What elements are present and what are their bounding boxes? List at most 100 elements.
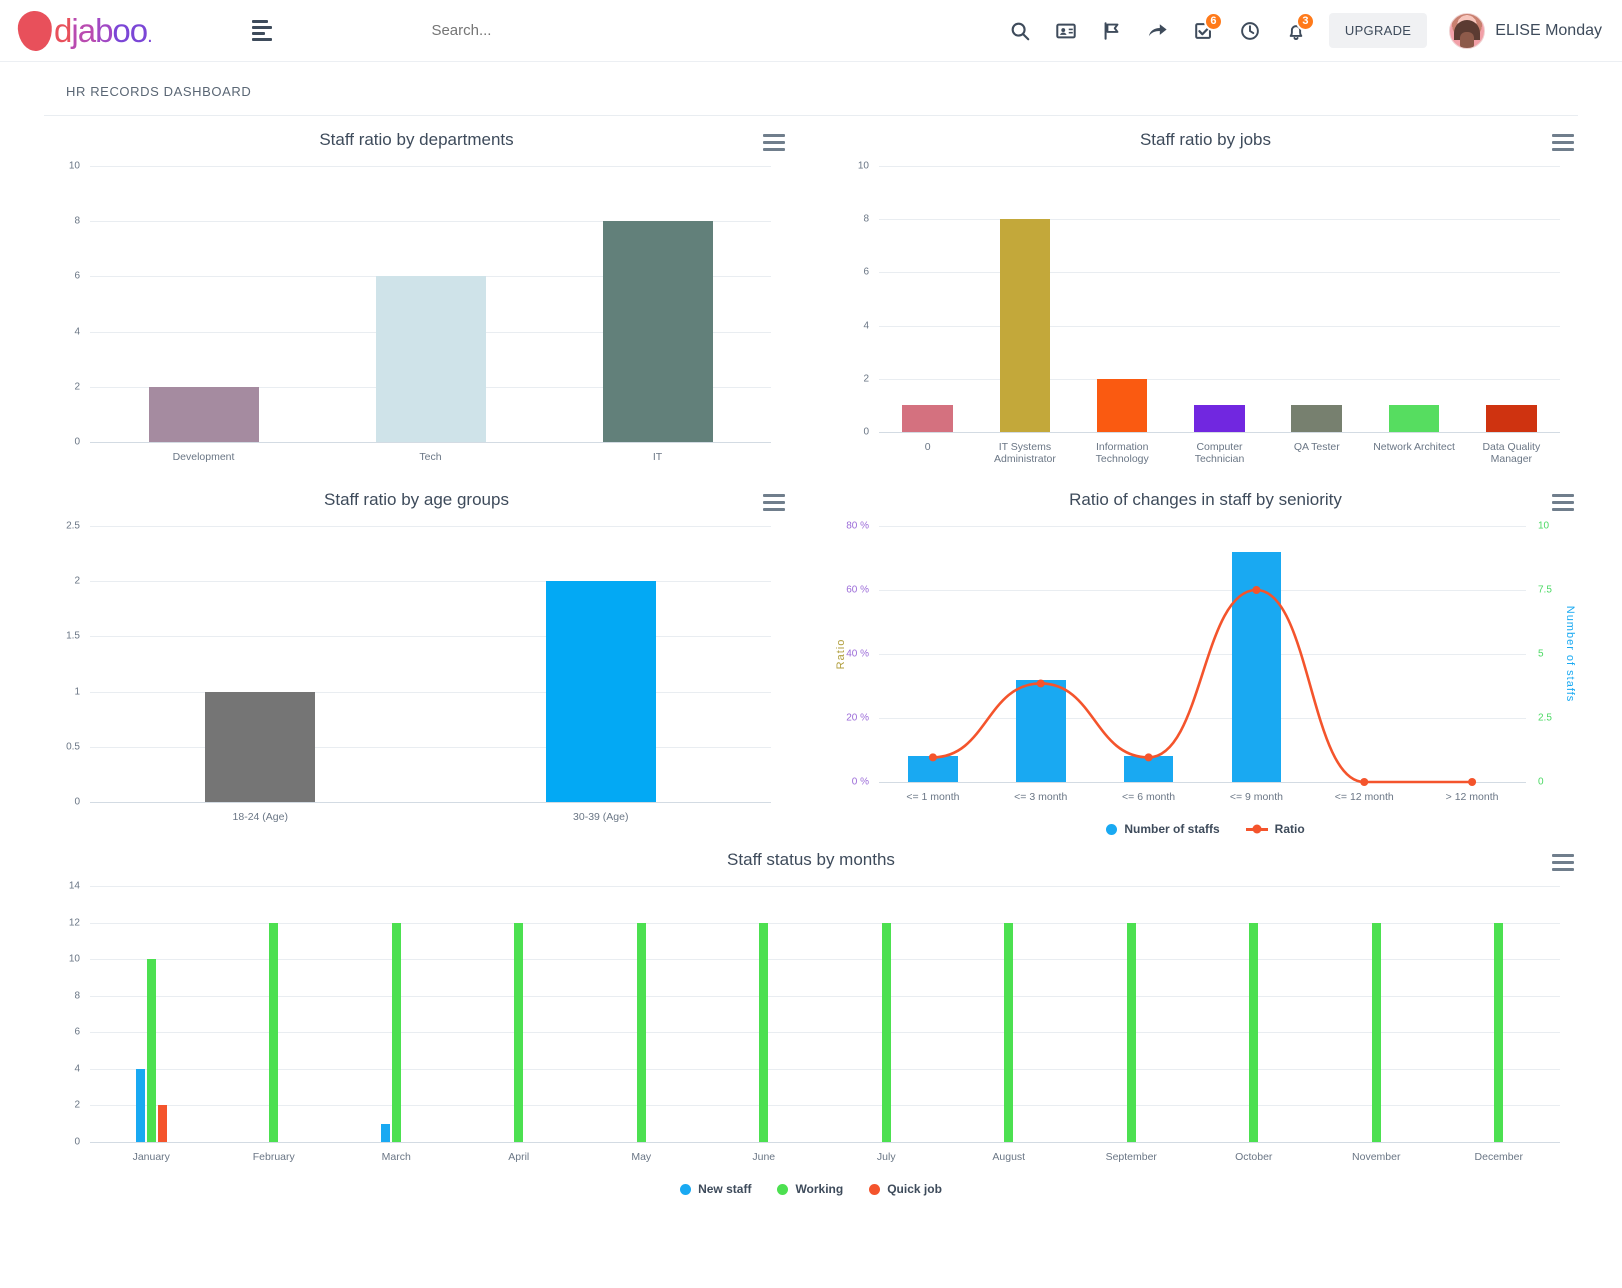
plot-departments: 0 2 4 6 8 10 Development Tech IT	[44, 156, 789, 476]
legend-item[interactable]: Quick job	[869, 1182, 942, 1196]
gridline	[90, 886, 1560, 887]
bar[interactable]	[1388, 405, 1440, 432]
x-axis-tick-label: January	[132, 1151, 170, 1163]
bar[interactable]	[545, 581, 656, 802]
legend-months: New staff Working Quick job	[44, 1176, 1578, 1196]
avatar[interactable]	[1449, 12, 1486, 49]
y-axis-tick-label: 8	[74, 990, 80, 1002]
y-axis-tick-label: 4	[74, 326, 80, 338]
legend-item[interactable]: Ratio	[1245, 822, 1305, 836]
bar[interactable]	[1096, 378, 1148, 432]
bar[interactable]	[1249, 922, 1259, 1142]
x-axis-tick-label: 18-24 (Age)	[232, 811, 288, 823]
bar[interactable]	[146, 959, 156, 1142]
bar[interactable]	[1015, 679, 1066, 782]
bar[interactable]	[135, 1068, 145, 1142]
bar[interactable]	[602, 221, 713, 442]
x-axis-line	[90, 442, 771, 443]
chart-menu-departments[interactable]	[763, 134, 785, 151]
bar[interactable]	[391, 922, 401, 1142]
bar[interactable]	[1123, 756, 1174, 782]
app-header: djaboo. Search... 6 3 UPGRADE ELISE Mond…	[0, 0, 1622, 62]
panel-jobs: Staff ratio by jobs 0 2 4 6 8 10 0 IT Systems A…	[811, 116, 1600, 476]
x-axis-line	[90, 802, 771, 803]
x-axis-tick-label: Computer Technician	[1194, 441, 1245, 465]
chart-menu-age-groups[interactable]	[763, 494, 785, 511]
x-axis-tick-label: IT Systems Administrator	[993, 441, 1056, 465]
chart-title-jobs: Staff ratio by jobs	[1139, 130, 1272, 149]
y-axis-right-tick-label: 2.5	[1538, 712, 1552, 724]
upgrade-button[interactable]: UPGRADE	[1328, 13, 1428, 48]
gridline	[90, 995, 1560, 997]
gridline	[879, 590, 1526, 591]
bar[interactable]	[1004, 922, 1014, 1142]
chart-card-departments: Staff ratio by departments 0 2 4 6 8 10 Develo…	[22, 116, 811, 476]
x-axis-tick-label: Information Technology	[1095, 441, 1149, 465]
bar[interactable]	[148, 386, 259, 442]
x-axis-tick-label: November	[1352, 1151, 1401, 1163]
chart-menu-jobs[interactable]	[1552, 134, 1574, 151]
search-icon[interactable]	[997, 8, 1043, 54]
bar[interactable]	[514, 922, 524, 1142]
bar[interactable]	[1486, 405, 1537, 432]
x-axis-tick-label: April	[508, 1151, 530, 1163]
chart-menu-seniority[interactable]	[1552, 494, 1574, 511]
gridline	[90, 1032, 1560, 1034]
clock-icon[interactable]	[1227, 8, 1273, 54]
page-title-container: HR RECORDS DASHBOARD	[0, 62, 1622, 109]
bar[interactable]	[1126, 922, 1136, 1142]
bar[interactable]	[1194, 405, 1245, 432]
logo-text: djaboo.	[54, 11, 153, 49]
bar[interactable]	[1371, 922, 1381, 1142]
bar[interactable]	[157, 1105, 167, 1142]
x-axis-tick-label: Development	[172, 451, 235, 463]
dashboard-grid: Staff ratio by departments 0 2 4 6 8 10 Develo…	[0, 116, 1622, 1196]
bar[interactable]	[636, 922, 646, 1142]
chart-title-age-groups: Staff ratio by age groups	[324, 490, 509, 509]
share-icon[interactable]	[1135, 8, 1181, 54]
legend-item[interactable]: Number of staffs	[1106, 822, 1220, 836]
y-axis-tick-label: 1.5	[66, 630, 80, 642]
bar[interactable]	[269, 922, 279, 1142]
bar[interactable]	[759, 922, 769, 1142]
x-axis-line	[879, 782, 1526, 783]
bar[interactable]	[375, 276, 486, 442]
y-axis-tick-label: 10	[68, 953, 80, 965]
legend-item[interactable]: Working	[777, 1182, 843, 1196]
bar[interactable]	[1231, 551, 1282, 782]
tasks-icon[interactable]: 6	[1181, 8, 1227, 54]
chart-menu-months[interactable]	[1552, 854, 1574, 871]
header-actions: 6 3 UPGRADE ELISE Monday	[997, 8, 1622, 54]
panel-departments: Staff ratio by departments 0 2 4 6 8 10 Develo…	[22, 116, 811, 476]
y-axis-tick-label: 1	[74, 686, 80, 698]
x-axis-tick-label: Data Quality Manager	[1482, 441, 1541, 465]
bar[interactable]	[1494, 922, 1504, 1142]
user-name: ELISE Monday	[1495, 21, 1602, 39]
bar[interactable]	[908, 756, 958, 782]
x-axis-tick-label: June	[752, 1151, 776, 1163]
tasks-badge: 6	[1203, 11, 1223, 31]
plot-seniority: 0 % 20 % 40 % 60 % 80 % 0 2.5 5 7.5 10 Number of s…	[833, 516, 1578, 816]
search-input[interactable]	[429, 21, 730, 40]
bar[interactable]	[1291, 405, 1343, 432]
legend-color-dot	[1106, 823, 1118, 835]
bar[interactable]	[902, 405, 953, 432]
flag-icon[interactable]	[1089, 8, 1135, 54]
bell-icon[interactable]: 3	[1273, 8, 1319, 54]
bar[interactable]	[205, 691, 316, 802]
y-axis-tick-label: 0.5	[66, 741, 80, 753]
legend-label: Number of staffs	[1124, 822, 1220, 836]
bar[interactable]	[999, 219, 1051, 432]
contacts-icon[interactable]	[1043, 8, 1089, 54]
page-title: HR RECORDS DASHBOARD	[66, 84, 252, 99]
y-axis-right-tick-label: 7.5	[1538, 584, 1552, 596]
y-axis-tick-label: 4	[74, 1063, 80, 1075]
app-logo[interactable]: djaboo.	[0, 9, 210, 52]
hamburger-icon[interactable]	[252, 16, 282, 46]
search-container	[282, 21, 997, 40]
bar[interactable]	[881, 922, 891, 1142]
chart-card-age-groups: Staff ratio by age groups 0 0.5 1 1.5 2 2.5 18…	[22, 476, 811, 836]
legend-item[interactable]: New staff	[680, 1182, 751, 1196]
bar[interactable]	[380, 1123, 390, 1142]
x-axis-tick-label: October	[1235, 1151, 1273, 1163]
